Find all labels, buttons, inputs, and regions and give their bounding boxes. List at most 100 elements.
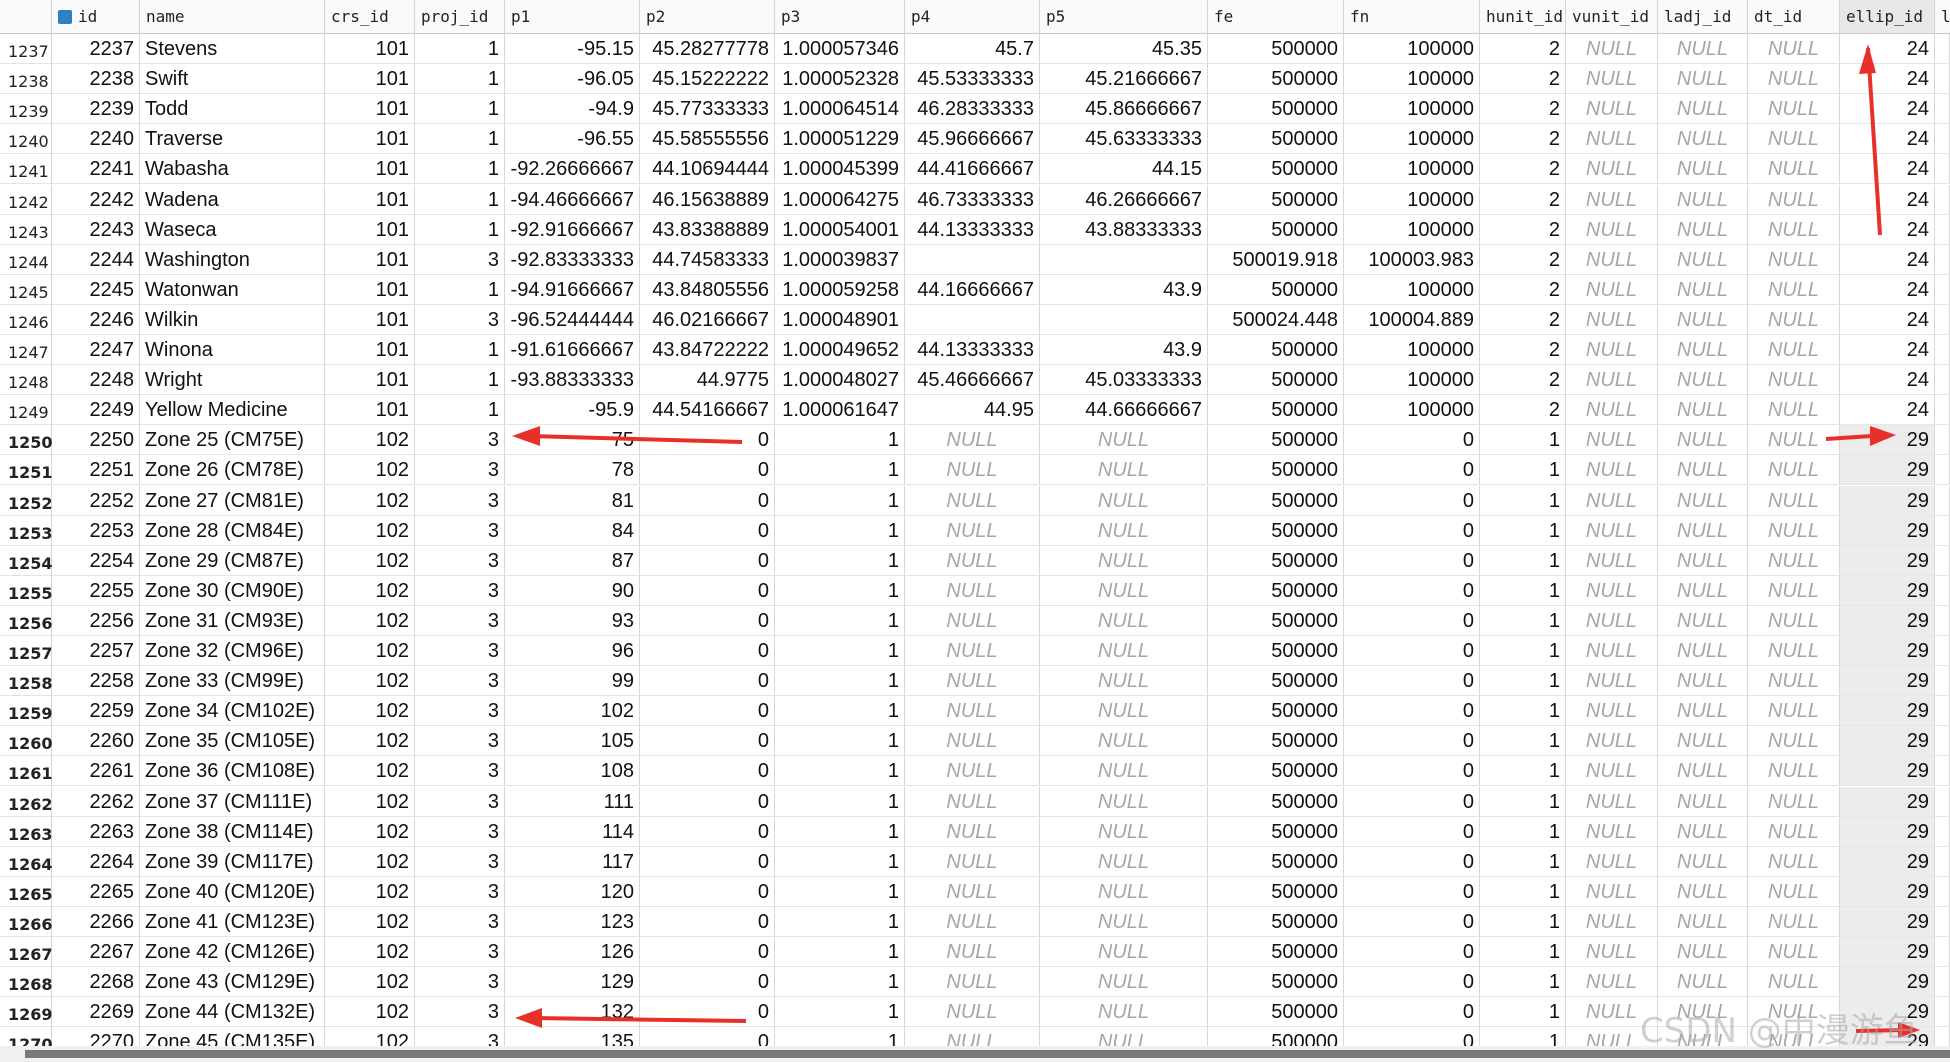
cell-vunit-id[interactable]: NULL xyxy=(1566,756,1658,787)
cell-p2[interactable]: 45.15222222 xyxy=(640,64,775,95)
cell-p3[interactable]: 1 xyxy=(775,756,905,787)
cell-fe[interactable]: 500000 xyxy=(1208,575,1344,606)
cell-p1[interactable]: 120 xyxy=(505,876,640,907)
cell-p4[interactable]: NULL xyxy=(905,846,1040,877)
cell-dt-id[interactable]: NULL xyxy=(1748,846,1840,877)
cell-ellip-id[interactable]: 24 xyxy=(1840,365,1935,396)
cell-p5[interactable]: 45.86666667 xyxy=(1040,94,1208,125)
cell-hunit-id[interactable]: 1 xyxy=(1480,786,1566,817)
cell-hunit-id[interactable]: 1 xyxy=(1480,455,1566,486)
cell-p1[interactable]: 78 xyxy=(505,455,640,486)
cell-p2[interactable]: 43.84805556 xyxy=(640,274,775,305)
cell-la[interactable] xyxy=(1935,425,1950,456)
cell-vunit-id[interactable]: NULL xyxy=(1566,94,1658,125)
cell-ladj-id[interactable]: NULL xyxy=(1658,64,1748,95)
cell-crs-id[interactable]: 102 xyxy=(325,756,415,787)
row-number[interactable]: 1269 xyxy=(0,997,53,1028)
cell-proj-id[interactable]: 3 xyxy=(415,545,505,576)
cell-name[interactable]: Zone 38 (CM114E) xyxy=(140,816,325,847)
cell-p5[interactable]: NULL xyxy=(1040,876,1208,907)
cell-id[interactable]: 2251 xyxy=(52,455,140,486)
cell-p4[interactable]: NULL xyxy=(905,515,1040,546)
cell-p4[interactable]: NULL xyxy=(905,756,1040,787)
cell-p5[interactable]: NULL xyxy=(1040,786,1208,817)
cell-fe[interactable]: 500000 xyxy=(1208,485,1344,516)
cell-p2[interactable]: 0 xyxy=(640,636,775,666)
cell-id[interactable]: 2259 xyxy=(52,696,140,727)
cell-fe[interactable]: 500024.448 xyxy=(1208,304,1344,335)
cell-ladj-id[interactable]: NULL xyxy=(1658,365,1748,396)
cell-crs-id[interactable]: 101 xyxy=(325,184,415,215)
cell-hunit-id[interactable]: 2 xyxy=(1480,304,1566,335)
cell-fe[interactable]: 500000 xyxy=(1208,335,1344,365)
cell-crs-id[interactable]: 101 xyxy=(325,304,415,335)
cell-id[interactable]: 2243 xyxy=(52,214,140,245)
cell-p4[interactable]: NULL xyxy=(905,906,1040,937)
cell-crs-id[interactable]: 102 xyxy=(325,425,415,456)
cell-p4[interactable]: NULL xyxy=(905,696,1040,727)
cell-vunit-id[interactable]: NULL xyxy=(1566,906,1658,937)
row-number[interactable]: 1265 xyxy=(0,876,53,907)
cell-fn[interactable]: 0 xyxy=(1344,786,1480,817)
cell-ellip-id[interactable]: 29 xyxy=(1840,726,1935,757)
row-number[interactable]: 1241 xyxy=(0,154,52,185)
cell-name[interactable]: Zone 30 (CM90E) xyxy=(140,575,325,606)
row-number[interactable]: 1256 xyxy=(0,605,53,636)
cell-ladj-id[interactable]: NULL xyxy=(1658,425,1748,456)
cell-dt-id[interactable]: NULL xyxy=(1748,184,1840,215)
column-header-ellip-id[interactable]: ellip_id xyxy=(1840,0,1935,34)
cell-p1[interactable]: 87 xyxy=(505,545,640,576)
cell-dt-id[interactable]: NULL xyxy=(1748,274,1840,305)
cell-id[interactable]: 2268 xyxy=(52,967,140,998)
cell-fe[interactable]: 500000 xyxy=(1208,666,1344,697)
cell-crs-id[interactable]: 102 xyxy=(325,816,415,847)
cell-vunit-id[interactable]: NULL xyxy=(1566,365,1658,396)
cell-hunit-id[interactable]: 1 xyxy=(1480,605,1566,636)
cell-p1[interactable]: 90 xyxy=(505,575,640,606)
cell-p4[interactable]: NULL xyxy=(905,425,1040,456)
cell-ellip-id[interactable]: 29 xyxy=(1840,997,1935,1028)
cell-la[interactable] xyxy=(1935,786,1950,817)
cell-p4[interactable]: 44.13333333 xyxy=(905,214,1040,245)
cell-p2[interactable]: 45.58555556 xyxy=(640,124,775,155)
cell-fe[interactable]: 500000 xyxy=(1208,696,1344,727)
cell-vunit-id[interactable]: NULL xyxy=(1566,395,1658,426)
cell-fe[interactable]: 500000 xyxy=(1208,876,1344,907)
cell-dt-id[interactable]: NULL xyxy=(1748,335,1840,365)
cell-p2[interactable]: 0 xyxy=(640,515,775,546)
cell-ladj-id[interactable]: NULL xyxy=(1658,335,1748,365)
cell-name[interactable]: Wadena xyxy=(140,184,325,215)
cell-p5[interactable]: NULL xyxy=(1040,605,1208,636)
cell-vunit-id[interactable]: NULL xyxy=(1566,515,1658,546)
cell-p1[interactable]: 102 xyxy=(505,696,640,727)
cell-p5[interactable]: NULL xyxy=(1040,666,1208,697)
cell-p3[interactable]: 1 xyxy=(775,666,905,697)
cell-p1[interactable]: 99 xyxy=(505,666,640,697)
cell-p1[interactable]: -94.91666667 xyxy=(505,274,640,305)
cell-crs-id[interactable]: 101 xyxy=(325,34,415,64)
cell-p2[interactable]: 0 xyxy=(640,906,775,937)
cell-p2[interactable]: 44.10694444 xyxy=(640,154,775,185)
cell-p2[interactable]: 0 xyxy=(640,756,775,787)
cell-fn[interactable]: 100000 xyxy=(1344,335,1480,365)
cell-vunit-id[interactable]: NULL xyxy=(1566,304,1658,335)
cell-fe[interactable]: 500000 xyxy=(1208,816,1344,847)
cell-ladj-id[interactable]: NULL xyxy=(1658,726,1748,757)
cell-vunit-id[interactable]: NULL xyxy=(1566,64,1658,95)
cell-id[interactable]: 2255 xyxy=(52,575,140,606)
cell-dt-id[interactable]: NULL xyxy=(1748,545,1840,576)
cell-proj-id[interactable]: 3 xyxy=(415,244,505,275)
cell-dt-id[interactable]: NULL xyxy=(1748,816,1840,847)
cell-p5[interactable]: NULL xyxy=(1040,967,1208,998)
cell-la[interactable] xyxy=(1935,94,1950,125)
cell-p2[interactable]: 46.15638889 xyxy=(640,184,775,215)
column-header-fn[interactable]: fn xyxy=(1344,0,1480,34)
cell-p5[interactable]: 44.15 xyxy=(1040,154,1208,185)
cell-vunit-id[interactable]: NULL xyxy=(1566,997,1658,1028)
cell-ladj-id[interactable]: NULL xyxy=(1658,876,1748,907)
data-grid[interactable]: id name crs_id proj_id p1 p2 p3 p4 p5 fe fn hunit_i… xyxy=(0,0,1950,1050)
cell-name[interactable]: Zone 43 (CM129E) xyxy=(140,967,325,998)
cell-proj-id[interactable]: 1 xyxy=(415,154,505,185)
cell-p1[interactable]: 96 xyxy=(505,636,640,666)
cell-id[interactable]: 2247 xyxy=(52,335,140,365)
